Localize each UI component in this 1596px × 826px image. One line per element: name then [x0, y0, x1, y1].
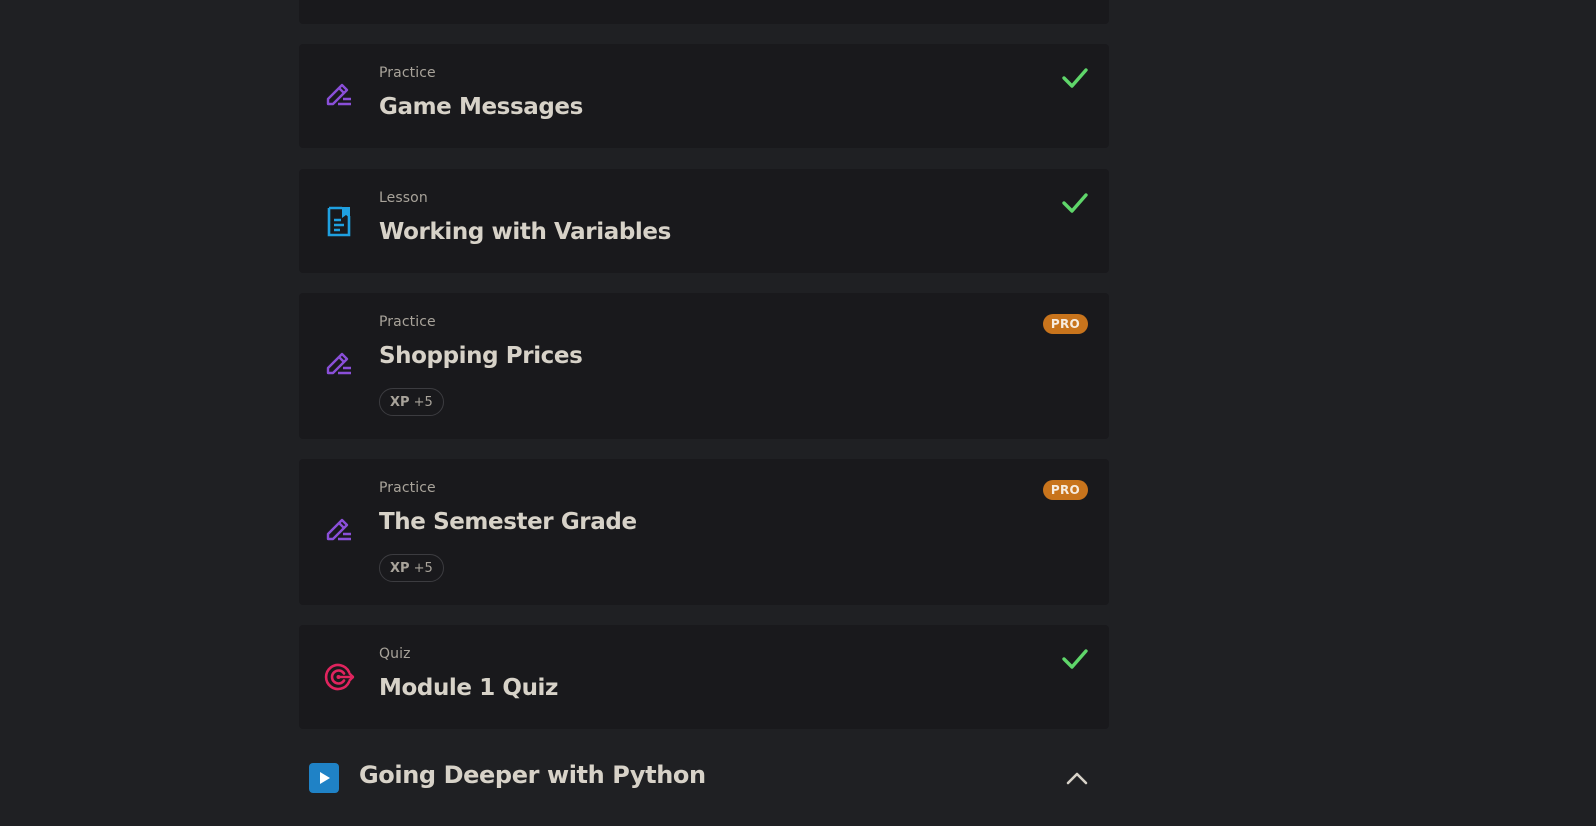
- quiz-target-icon: [324, 663, 355, 691]
- course-module-list: Practice Game Messages Lesson Working wi…: [0, 0, 1596, 826]
- item-title: Shopping Prices: [379, 343, 583, 369]
- check-icon: [1062, 68, 1088, 88]
- module-title: Going Deeper with Python: [359, 761, 706, 789]
- item-kind: Quiz: [379, 646, 411, 662]
- xp-label: XP: [390, 395, 410, 410]
- check-icon: [1062, 193, 1088, 213]
- pro-badge: PRO: [1042, 480, 1088, 500]
- item-kind: Practice: [379, 314, 436, 330]
- item-title: The Semester Grade: [379, 509, 637, 535]
- practice-pencil-icon: [326, 518, 351, 541]
- item-kind: Practice: [379, 65, 436, 81]
- lesson-card-working-with-variables[interactable]: Lesson Working with Variables: [299, 169, 1109, 273]
- lesson-card-game-messages[interactable]: Practice Game Messages: [299, 44, 1109, 148]
- module-header-going-deeper[interactable]: Going Deeper with Python: [299, 738, 1109, 818]
- xp-value: +5: [413, 395, 433, 410]
- pro-badge: PRO: [1042, 314, 1088, 334]
- xp-pill: XP +5: [379, 388, 444, 416]
- lesson-document-icon: [327, 206, 351, 237]
- item-title: Module 1 Quiz: [379, 675, 559, 701]
- check-icon: [1062, 649, 1088, 669]
- item-title: Working with Variables: [379, 219, 671, 245]
- xp-label: XP: [390, 561, 410, 576]
- item-title: Game Messages: [379, 94, 583, 120]
- practice-pencil-icon: [326, 352, 351, 375]
- play-icon: [309, 763, 339, 793]
- practice-pencil-icon: [326, 83, 351, 106]
- xp-value: +5: [413, 561, 433, 576]
- item-kind: Practice: [379, 480, 436, 496]
- lesson-card-shopping-prices[interactable]: Practice Shopping Prices PRO XP +5: [299, 293, 1109, 439]
- xp-pill: XP +5: [379, 554, 444, 582]
- item-kind: Lesson: [379, 190, 428, 206]
- lesson-card-module-1-quiz[interactable]: Quiz Module 1 Quiz: [299, 625, 1109, 729]
- lesson-card-the-semester-grade[interactable]: Practice The Semester Grade PRO XP +5: [299, 459, 1109, 605]
- lesson-card-previous[interactable]: [299, 0, 1109, 24]
- chevron-up-icon[interactable]: [1063, 764, 1091, 792]
